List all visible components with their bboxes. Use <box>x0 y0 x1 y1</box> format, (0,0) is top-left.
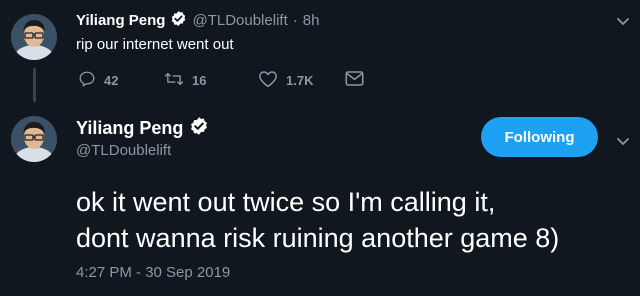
retweet-button[interactable]: 16 <box>164 70 206 91</box>
separator: · <box>292 12 298 29</box>
avatar[interactable] <box>11 116 57 162</box>
handle[interactable]: @TLDoublelift <box>192 12 287 29</box>
verified-badge-icon <box>189 116 209 141</box>
display-name[interactable]: Yiliang Peng <box>76 12 165 29</box>
reply-tweet-text: rip our internet went out <box>76 36 234 53</box>
following-button[interactable]: Following <box>481 117 598 157</box>
main-tweet-author: Yiliang Peng <box>76 116 209 141</box>
message-icon[interactable] <box>345 70 364 92</box>
avatar[interactable] <box>11 14 57 60</box>
reply-tweet-header: Yiliang Peng @TLDoublelift · 8h <box>76 10 319 31</box>
like-icon <box>258 70 278 91</box>
chevron-down-icon[interactable] <box>616 134 630 152</box>
retweet-count: 16 <box>192 73 207 88</box>
reply-count: 42 <box>104 73 119 88</box>
handle[interactable]: @TLDoublelift <box>76 142 171 159</box>
reply-icon <box>78 70 96 91</box>
retweet-icon <box>164 70 184 91</box>
display-name[interactable]: Yiliang Peng <box>76 118 183 139</box>
thread-connector-line <box>33 68 36 102</box>
reply-button[interactable]: 42 <box>78 70 118 91</box>
tweet-timestamp[interactable]: 4:27 PM - 30 Sep 2019 <box>76 264 230 281</box>
like-count: 1.7K <box>286 73 314 88</box>
main-tweet-text: ok it went out twice so I'm calling it, … <box>76 187 560 253</box>
tweet-age[interactable]: 8h <box>303 12 320 29</box>
chevron-down-icon[interactable] <box>616 14 630 32</box>
verified-badge-icon <box>170 10 187 31</box>
like-button[interactable]: 1.7K <box>258 70 313 91</box>
